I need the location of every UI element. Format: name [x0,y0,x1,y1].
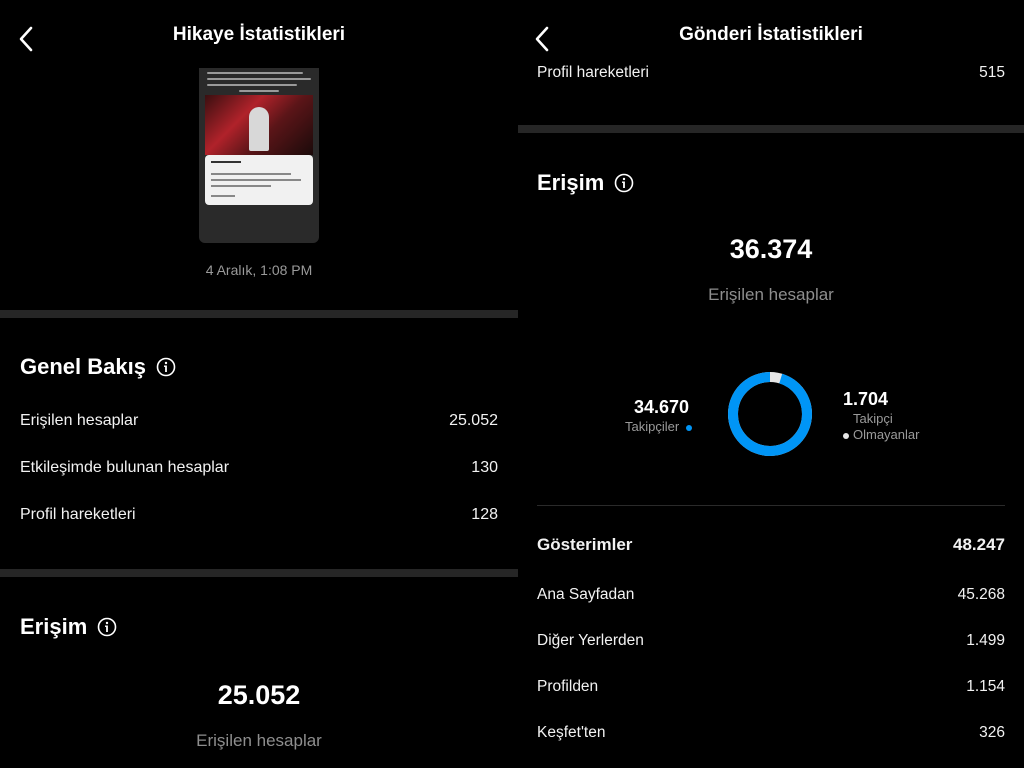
story-insights-panel: Hikaye İstatistikleri 4 Aralık, 1:08 PM … [0,0,518,768]
profile-activity-row: Profil hareketleri 515 [537,64,1005,81]
reach-heading: Erişim [537,170,634,196]
story-date: 4 Aralık, 1:08 PM [205,262,313,278]
info-icon[interactable] [97,617,117,637]
followers-value: 34.670 [634,397,690,417]
section-divider [0,310,518,318]
page-title: Gönderi İstatistikleri [679,24,863,45]
non-followers-value: 1.704 [843,389,889,409]
section-divider [518,125,1024,133]
impressions-row: Keşfet'ten 326 [537,724,1005,741]
impressions-row: Diğer Yerlerden 1.499 [537,632,1005,649]
left-header: Hikaye İstatistikleri [0,0,518,70]
impressions-row: Profilden 1.154 [537,678,1005,695]
impressions-row: Ana Sayfadan 45.268 [537,586,1005,603]
non-followers-label: Takipçi Olmayanlar [843,411,919,443]
thin-divider [537,505,1005,506]
chevron-left-icon [19,26,33,52]
post-insights-panel: Gönderi İstatistikleri Profil hareketler… [518,0,1024,768]
back-button[interactable] [530,24,556,54]
reach-value: 25.052 [217,680,301,710]
reach-value: 36.374 [729,234,813,264]
reach-caption: Erişilen hesaplar [708,285,834,304]
overview-heading: Genel Bakış [20,354,176,380]
reach-caption: Erişilen hesaplar [196,731,322,750]
non-followers-dot [843,432,849,439]
right-header: Gönderi İstatistikleri [518,0,1024,70]
followers-label: Takipçiler [625,419,692,435]
info-icon[interactable] [614,173,634,193]
story-thumbnail[interactable] [199,68,319,243]
overview-row: Profil hareketleri 128 [20,506,498,523]
page-title: Hikaye İstatistikleri [172,24,346,45]
followers-dot [685,424,692,431]
chevron-left-icon [535,26,549,52]
section-divider [0,569,518,577]
reach-donut-chart [726,370,814,458]
reach-heading: Erişim [20,614,117,640]
overview-row: Etkileşimde bulunan hesaplar 130 [20,459,498,476]
impressions-header-row: Gösterimler 48.247 [537,535,1005,554]
followers-arc [728,372,812,456]
info-icon[interactable] [156,357,176,377]
overview-row: Erişilen hesaplar 25.052 [20,412,498,429]
back-button[interactable] [14,24,40,54]
